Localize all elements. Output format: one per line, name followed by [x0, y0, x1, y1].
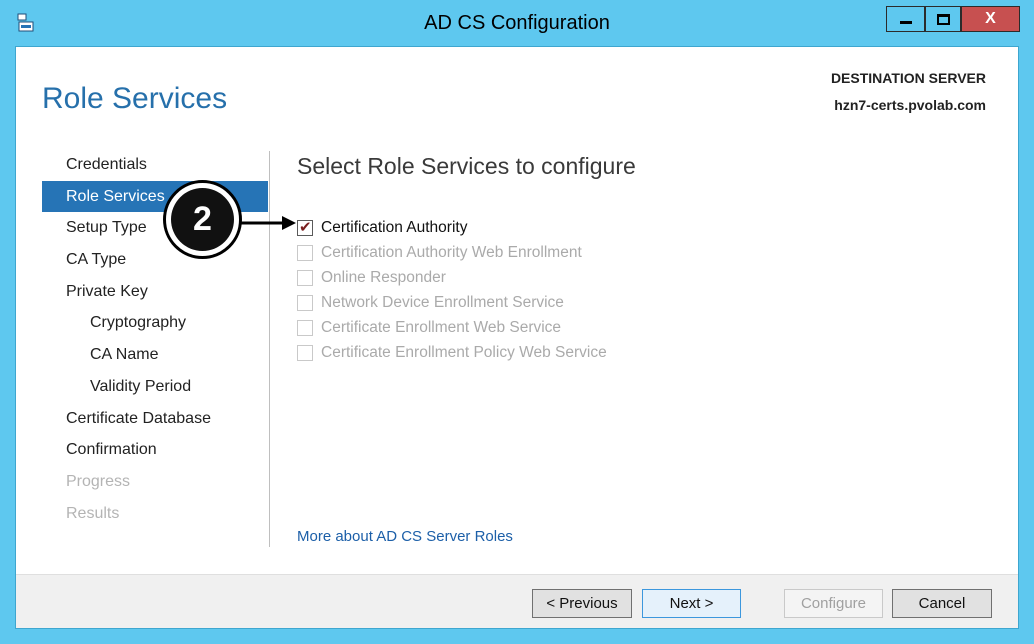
- step-number: 2: [171, 188, 234, 251]
- nav-item-progress: Progress: [66, 472, 131, 490]
- nav-divider: [269, 151, 270, 547]
- more-about-link[interactable]: More about AD CS Server Roles: [297, 528, 513, 545]
- nav-item-private-key[interactable]: Private Key: [42, 276, 268, 308]
- minimize-icon: [899, 21, 912, 24]
- callout-arrow-icon: [240, 216, 296, 230]
- cancel-button[interactable]: Cancel: [892, 589, 992, 618]
- role-network-device-enrollment: Network Device Enrollment Service: [297, 290, 607, 315]
- role-label: Certification Authority Web Enrollment: [321, 243, 582, 261]
- close-button[interactable]: X: [961, 6, 1020, 32]
- page-title: Role Services: [42, 82, 228, 115]
- role-label: Network Device Enrollment Service: [321, 293, 564, 311]
- maximize-button[interactable]: [925, 6, 961, 32]
- maximize-icon: [936, 13, 950, 25]
- role-cert-enrollment-policy-web-service: Certificate Enrollment Policy Web Servic…: [297, 340, 607, 365]
- minimize-button[interactable]: [886, 6, 925, 32]
- dialog-client-area: Role Services DESTINATION SERVER hzn7-ce…: [15, 46, 1019, 629]
- close-icon: X: [985, 10, 996, 27]
- role-services-list: ✔ Certification Authority Certification …: [297, 215, 607, 365]
- role-checkbox: [297, 269, 313, 286]
- role-online-responder: Online Responder: [297, 265, 607, 290]
- role-checkbox[interactable]: ✔: [297, 218, 313, 236]
- role-certification-authority[interactable]: ✔ Certification Authority: [297, 215, 607, 240]
- role-checkbox: [297, 319, 313, 336]
- nav-item-ca-type[interactable]: CA Type: [42, 244, 268, 276]
- button-bar: < Previous Next > Configure Cancel: [16, 574, 1018, 628]
- role-label: Online Responder: [321, 268, 446, 286]
- checkmark-icon: ✔: [299, 218, 312, 236]
- title-bar: AD CS Configuration X: [0, 0, 1034, 46]
- role-cert-enrollment-web-service: Certificate Enrollment Web Service: [297, 315, 607, 340]
- content-heading: Select Role Services to configure: [297, 153, 636, 179]
- window-title: AD CS Configuration: [424, 12, 610, 34]
- step-callout-badge: 2: [163, 180, 242, 259]
- nav-item-ca-name[interactable]: CA Name: [42, 339, 268, 371]
- next-button[interactable]: Next >: [642, 589, 741, 618]
- role-ca-web-enrollment: Certification Authority Web Enrollment: [297, 240, 607, 265]
- nav-item-confirmation[interactable]: Confirmation: [42, 434, 268, 466]
- role-checkbox: [297, 344, 313, 361]
- role-label: Certificate Enrollment Policy Web Servic…: [321, 343, 607, 361]
- nav-item-results: Results: [66, 504, 120, 522]
- role-label: Certification Authority: [321, 218, 468, 236]
- role-label: Certificate Enrollment Web Service: [321, 318, 562, 336]
- previous-button[interactable]: < Previous: [532, 589, 632, 618]
- nav-item-validity-period[interactable]: Validity Period: [42, 371, 268, 403]
- configure-button: Configure: [784, 589, 883, 618]
- nav-item-cryptography[interactable]: Cryptography: [42, 307, 268, 339]
- destination-server-name: hzn7-certs.pvolab.com: [834, 97, 986, 113]
- nav-item-credentials[interactable]: Credentials: [42, 149, 268, 181]
- destination-server-label: DESTINATION SERVER: [830, 70, 986, 86]
- role-checkbox: [297, 244, 313, 261]
- nav-item-certificate-database[interactable]: Certificate Database: [42, 403, 268, 435]
- role-checkbox: [297, 294, 313, 311]
